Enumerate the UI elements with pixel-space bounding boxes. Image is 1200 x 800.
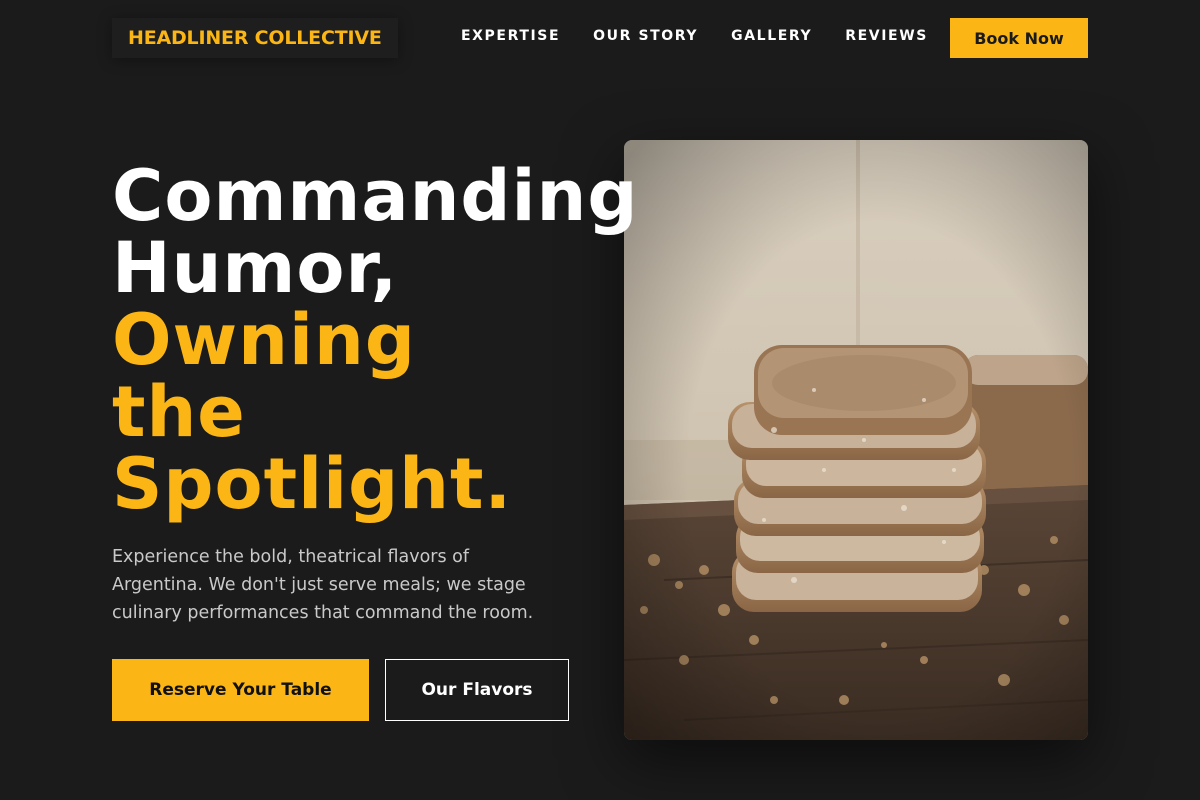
our-flavors-button[interactable]: Our Flavors — [385, 659, 569, 721]
nav-item-expertise[interactable]: EXPERTISE — [461, 28, 560, 44]
headline-line-4: the — [112, 371, 246, 453]
reserve-table-button[interactable]: Reserve Your Table — [112, 659, 369, 721]
headline-line-2: Humor, — [112, 227, 399, 309]
book-now-button[interactable]: Book Now — [950, 18, 1088, 58]
nav-item-reviews[interactable]: REVIEWS — [845, 28, 928, 44]
site-header: HEADLINER COLLECTIVE EXPERTISE OUR STORY… — [0, 0, 1200, 76]
nav-item-gallery[interactable]: GALLERY — [731, 28, 812, 44]
brand-logo[interactable]: HEADLINER COLLECTIVE — [112, 18, 398, 58]
bread-stack-illustration — [624, 140, 1088, 740]
hero-description: Experience the bold, theatrical flavors … — [112, 547, 534, 623]
landing-page: HEADLINER COLLECTIVE EXPERTISE OUR STORY… — [0, 0, 1200, 800]
hero-headline: Commanding Humor, Owning the Spotlight. — [112, 160, 638, 520]
headline-line-3: Owning — [112, 299, 416, 381]
nav-item-our-story[interactable]: OUR STORY — [593, 28, 698, 44]
headline-line-1: Commanding — [112, 155, 639, 237]
headline-line-5: Spotlight. — [112, 443, 513, 525]
hero-bread-image — [624, 140, 1088, 740]
main-nav: EXPERTISE OUR STORY GALLERY REVIEWS — [461, 28, 961, 44]
